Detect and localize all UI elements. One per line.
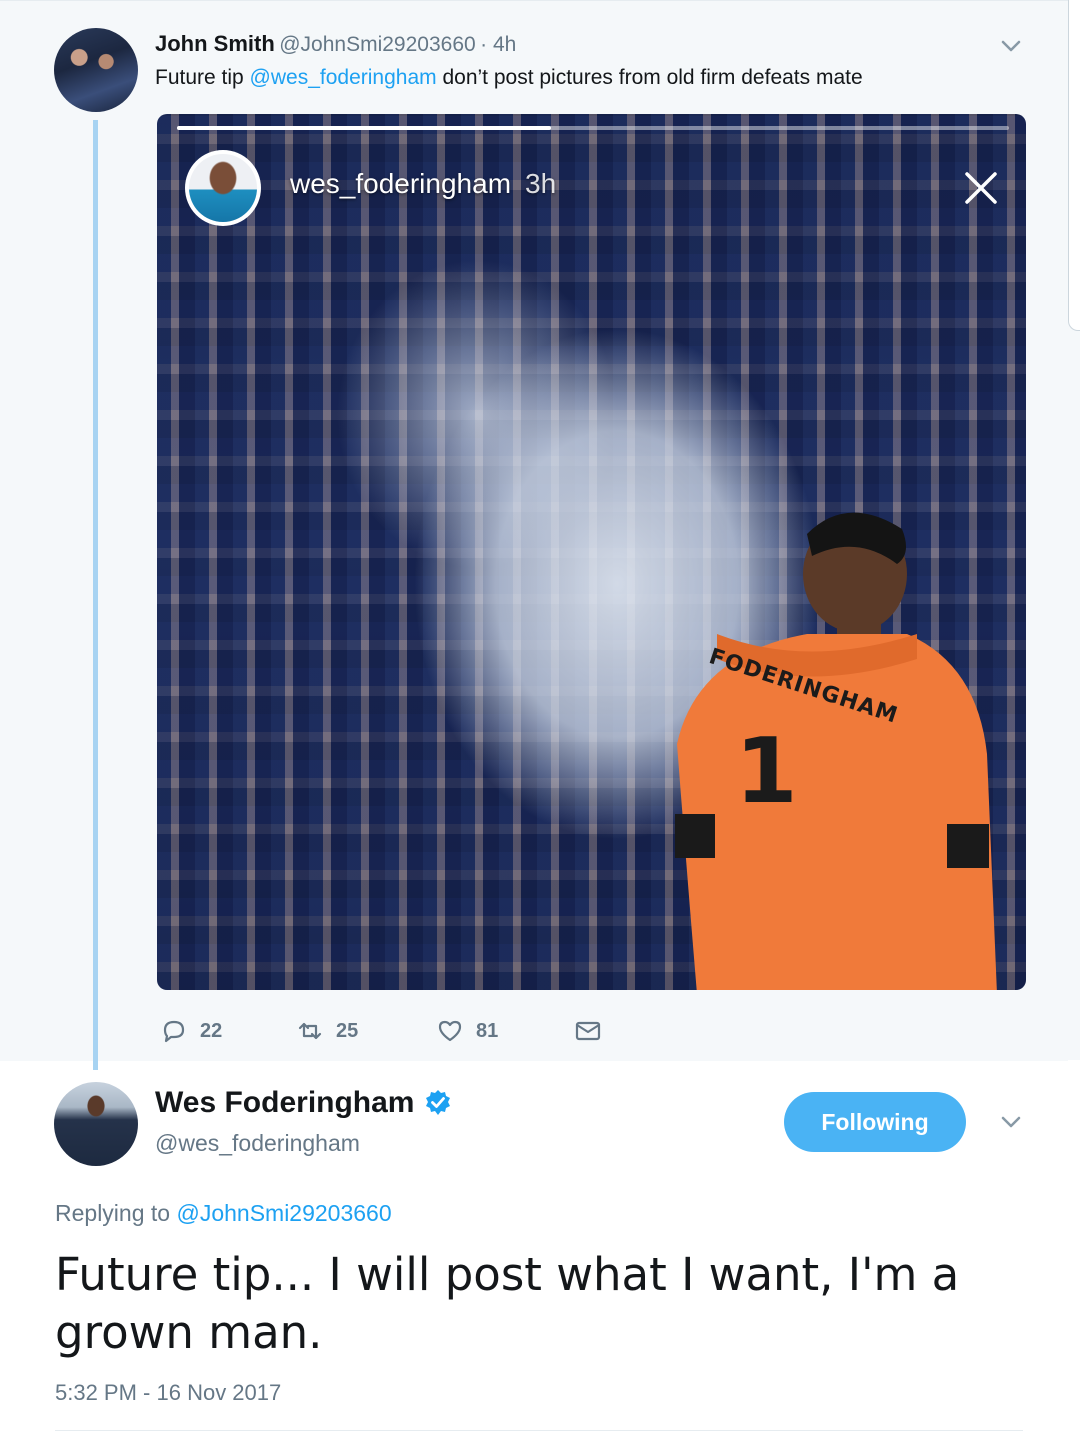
tweet-text: Future tip... I will post what I want, I…	[55, 1248, 960, 1359]
close-icon	[965, 172, 997, 204]
tweet-text: Future tip @wes_foderingham don’t post p…	[155, 66, 863, 90]
reply-button[interactable]: 22	[160, 1014, 222, 1048]
retweet-count: 25	[336, 1019, 359, 1042]
story-progress-fill	[177, 126, 552, 130]
tweet-text-suffix: don’t post pictures from old firm defeat…	[436, 66, 863, 89]
avatar[interactable]	[54, 28, 138, 112]
replying-to: Replying to @JohnSmi29203660	[55, 1200, 392, 1227]
verified-badge-icon	[426, 1090, 451, 1115]
replying-prefix: Replying to	[55, 1200, 177, 1226]
retweet-icon	[298, 1022, 322, 1040]
direct-message-button[interactable]	[574, 1014, 602, 1048]
story-avatar	[185, 150, 261, 226]
author-name[interactable]: Wes Foderingham	[155, 1086, 414, 1120]
thread-line	[93, 120, 98, 1070]
retweet-button[interactable]: 25	[296, 1014, 358, 1048]
parent-tweet-area: John Smith @JohnSmi29203660 · 4h Future …	[0, 0, 1080, 1070]
reply-icon	[163, 1020, 185, 1043]
reply-count: 22	[200, 1019, 223, 1042]
author-handle[interactable]: @wes_foderingham	[155, 1130, 360, 1157]
like-button[interactable]: 81	[436, 1014, 498, 1048]
author-name[interactable]: John Smith	[155, 31, 275, 56]
jersey-number: 1	[735, 719, 798, 824]
divider	[55, 1430, 1023, 1431]
tweet-time[interactable]: · 4h	[480, 33, 516, 56]
replying-to-link[interactable]: @JohnSmi29203660	[176, 1200, 391, 1226]
like-icon	[438, 1020, 462, 1042]
story-avatar-photo	[189, 154, 257, 222]
author-handle[interactable]: @JohnSmi29203660	[279, 33, 475, 56]
avatar[interactable]	[54, 1082, 138, 1166]
story-image[interactable]: FODERINGHAM 1 wes_foderingham 3h	[157, 114, 1026, 990]
scrollbar-edge[interactable]	[1068, 0, 1080, 331]
like-count: 81	[476, 1019, 499, 1042]
story-username-line: wes_foderingham 3h	[290, 168, 556, 200]
tweet-timestamp[interactable]: 5:32 PM - 16 Nov 2017	[55, 1380, 281, 1406]
story-progress-bar	[177, 126, 1009, 130]
chevron-down-icon[interactable]	[998, 1112, 1024, 1132]
mention-link[interactable]: @wes_foderingham	[250, 66, 437, 89]
tweet-header: John Smith @JohnSmi29203660 · 4h	[155, 31, 516, 57]
story-username: wes_foderingham	[290, 168, 512, 199]
direct-message-icon	[575, 1021, 601, 1041]
tweet-text-prefix: Future tip	[155, 66, 250, 89]
story-time: 3h	[525, 168, 557, 199]
author-name-line: Wes Foderingham	[155, 1086, 452, 1120]
chevron-down-icon[interactable]	[998, 36, 1024, 56]
following-button[interactable]: Following	[784, 1092, 966, 1152]
player-figure	[675, 512, 997, 990]
